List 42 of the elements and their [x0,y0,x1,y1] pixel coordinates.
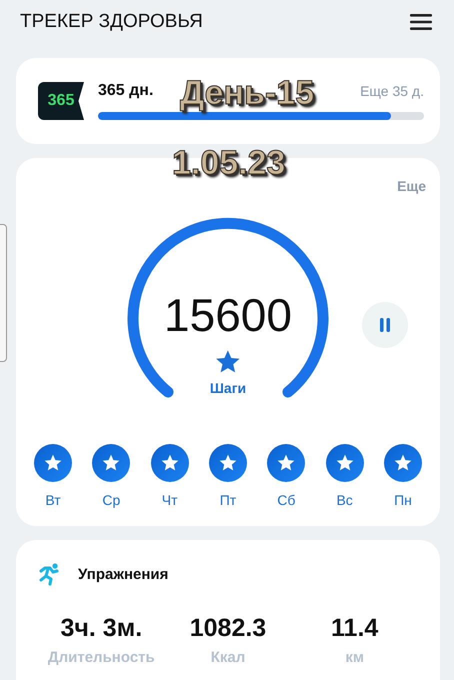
star-icon [334,453,355,473]
stat-label: Ккал [210,649,246,666]
remaining-days: Еще 35 д. [360,83,424,99]
day-badge[interactable] [92,444,130,482]
exercise-card[interactable]: Упражнения 3ч. 3м. Длительность 1082.3 Ккал 11.4 км [16,540,440,680]
day-badge[interactable] [384,444,422,482]
stat-label: км [345,649,364,666]
menu-button[interactable] [408,11,434,33]
challenge-label: 365 дн. [98,82,154,100]
day-label: Чт [162,492,178,508]
stat-label: Длительность [48,649,155,666]
star-icon [101,453,122,473]
day-overlay-text: День-15 [180,74,314,113]
star-icon [218,453,238,473]
day-badge[interactable] [208,444,247,482]
stat-value: 1082.3 [190,614,266,643]
day-label: Вс [336,492,353,508]
pause-button[interactable] [362,302,408,348]
star-icon [276,453,296,473]
day-badge[interactable] [150,444,189,482]
day-label: Сб [277,492,296,508]
stat-value: 11.4 [331,614,378,643]
star-icon [43,453,63,473]
day-badge[interactable] [326,444,364,482]
day-badge[interactable] [267,444,306,482]
steps-label: Шаги [210,380,246,396]
star-icon [160,453,180,473]
menu-icon [410,13,432,31]
day-label: Пн [394,492,412,508]
day-label: Пт [220,492,236,508]
day-badge[interactable] [34,444,72,482]
day-label: Ср [102,492,120,508]
date-overlay-text: 1.05.23 [172,144,286,183]
day-label: Вт [45,492,61,508]
star-icon [392,453,413,473]
exercise-title: Упражнения [78,566,168,582]
badge-365: 365 [38,82,84,120]
pause-icon [378,317,392,333]
step-count: 15600 [164,288,292,342]
stat-value: 3ч. 3м. [60,614,142,643]
challenge-card[interactable]: 365 365 дн. День-15 Еще 35 д. [16,58,440,144]
app-title: ТРЕКЕР ЗДОРОВЬЯ [20,11,203,33]
